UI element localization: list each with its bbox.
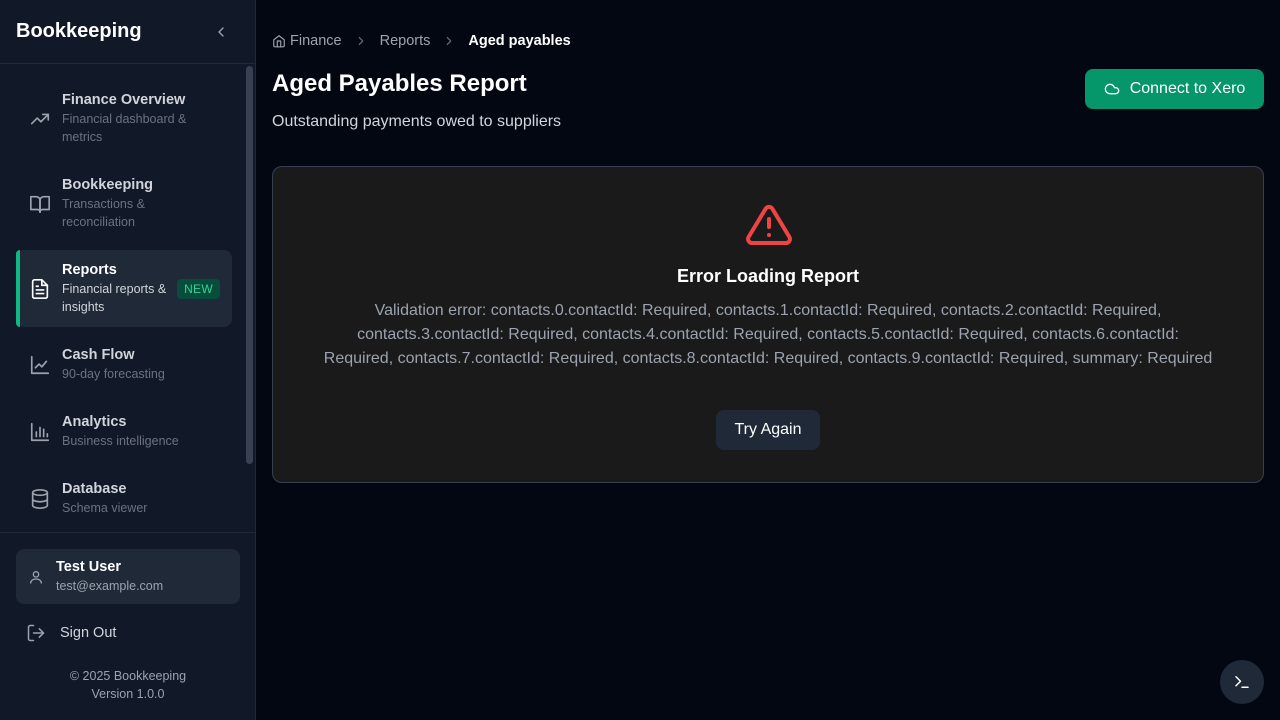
app-title: Bookkeeping [16,20,142,42]
chevron-left-icon [218,26,224,37]
log-out-icon [27,624,45,642]
breadcrumb-label: Finance [290,33,342,49]
book-open-icon [26,190,54,218]
sidebar-footer: Test User test@example.com Sign Out © 20… [0,532,256,720]
breadcrumb: Finance Reports Aged payables [272,33,571,49]
error-message: Validation error: contacts.0.contactId: … [323,302,1213,367]
database-icon [26,485,54,513]
sidebar-item-label: Cash Flow [62,347,135,363]
connect-to-xero-label: Connect to Xero [1129,80,1246,97]
sidebar-scrollbar[interactable] [245,64,255,532]
sidebar-header: Bookkeeping [0,0,255,64]
copyright: © 2025 Bookkeeping Version 1.0.0 [16,667,240,703]
sign-out-button[interactable]: Sign Out [16,616,240,650]
copyright-text: © 2025 Bookkeeping [69,669,187,683]
sidebar-item-label: Finance Overview [62,92,186,108]
alert-triangle-icon [746,204,792,245]
sidebar-item-analytics[interactable]: Analytics Business intelligence [16,402,232,461]
user-profile-card[interactable]: Test User test@example.com [16,549,240,604]
user-email: test@example.com [56,579,164,593]
new-badge: NEW [177,278,220,299]
sidebar-item-description: Financial dashboard & metrics [62,112,187,144]
sidebar-item-description: 90-day forecasting [62,367,165,381]
line-chart-icon [26,351,54,379]
sidebar-item-description: Business intelligence [62,434,179,448]
sidebar-item-label: Reports [62,262,117,278]
error-card: Error Loading Report Validation error: c… [272,166,1264,483]
terminal-icon [1235,676,1249,688]
sidebar-item-label: Analytics [62,414,127,430]
chevron-right-icon [354,34,368,48]
error-title: Error Loading Report [676,266,859,286]
try-again-button[interactable]: Try Again [716,410,820,450]
sidebar-nav: Finance Overview Financial dashboard & m… [0,64,256,532]
file-text-icon [26,275,54,303]
sidebar-item-description: Transactions & reconciliation [62,197,145,229]
collapse-sidebar-button[interactable] [211,22,231,42]
breadcrumb-finance[interactable]: Finance [272,33,342,49]
sidebar-item-label: Bookkeeping [62,177,154,193]
sidebar-item-description: Schema viewer [62,501,148,515]
bar-chart-icon [26,418,54,446]
home-icon [273,35,285,48]
sidebar-item-reports[interactable]: Reports Financial reports & insights NEW [16,250,232,327]
cloud-icon [1104,83,1119,95]
sidebar-item-finance-overview[interactable]: Finance Overview Financial dashboard & m… [16,80,232,157]
connect-to-xero-button[interactable]: Connect to Xero [1085,69,1264,109]
sidebar-item-cash-flow[interactable]: Cash Flow 90-day forecasting [16,335,232,394]
page-subtitle: Outstanding payments owed to suppliers [272,113,562,130]
sidebar-item-description: Financial reports & insights [62,282,167,314]
user-icon [28,569,44,585]
breadcrumb-reports[interactable]: Reports [380,33,431,49]
sidebar-item-database[interactable]: Database Schema viewer [16,469,232,528]
main-content: Finance Reports Aged payables Aged Payab… [256,0,1280,720]
page-title: Aged Payables Report [272,70,527,97]
scrollbar-thumb[interactable] [246,66,253,464]
trending-up-icon [26,105,54,133]
version-text: Version 1.0.0 [91,687,165,701]
breadcrumb-current: Aged payables [468,33,571,49]
sidebar-item-bookkeeping[interactable]: Bookkeeping Transactions & reconciliatio… [16,165,232,242]
terminal-button[interactable] [1220,660,1264,704]
user-name: Test User [56,559,122,575]
sidebar: Bookkeeping Finance Overview Financial d… [0,0,256,720]
chevron-right-icon [442,34,456,48]
breadcrumb-label: Reports [379,33,431,49]
sign-out-label: Sign Out [60,625,117,641]
sidebar-item-label: Database [62,481,127,497]
